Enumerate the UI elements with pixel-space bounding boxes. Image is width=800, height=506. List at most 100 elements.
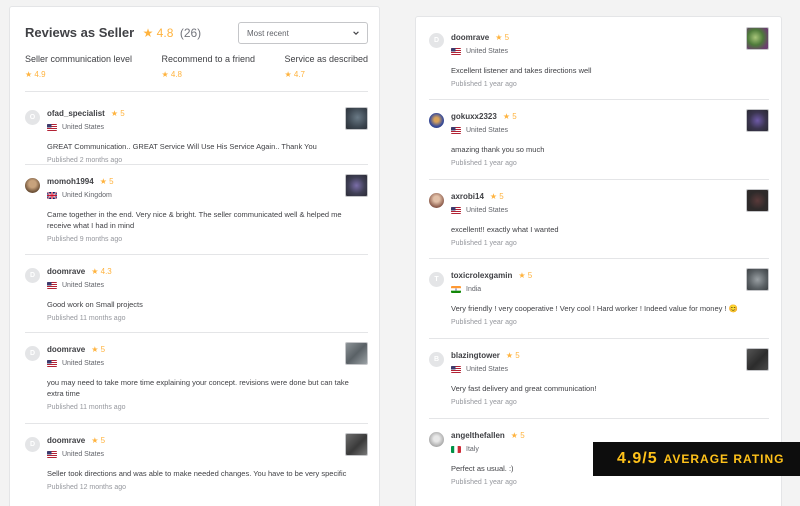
rating-breakdown: Seller communication level ★ 4.9 Recomme… [25, 54, 368, 92]
average-rating-label: AVERAGE RATING [663, 452, 785, 466]
reviewer-name[interactable]: doomrave [47, 345, 85, 354]
us-flag-icon [451, 366, 461, 373]
reviews-title-group: Reviews as Seller ★ 4.8 (26) [25, 24, 201, 42]
avatar[interactable] [429, 432, 444, 447]
review-text: excellent!! exactly what I wanted [451, 225, 559, 234]
reviewer-name[interactable]: blazingtower [451, 351, 500, 360]
review-date: Published 11 months ago [47, 404, 126, 411]
review-date: Published 2 months ago [47, 157, 123, 164]
review-text: Very friendly ! very cooperative ! Very … [451, 304, 738, 313]
breakdown-service: Service as described ★ 4.7 [284, 54, 368, 79]
reviewer-country: United States [466, 48, 509, 55]
breakdown-score: ★ 4.7 [284, 70, 305, 79]
average-rating-value: 4.9/5 [617, 450, 658, 467]
avatar[interactable]: T [429, 272, 444, 287]
avatar[interactable] [429, 113, 444, 128]
reviewer-name[interactable]: doomrave [47, 436, 85, 445]
review-date: Published 12 months ago [47, 484, 126, 491]
review-stars: ★ 5 [99, 176, 114, 186]
review-text: amazing thank you so much [451, 145, 545, 154]
us-flag-icon [47, 360, 57, 367]
review-stars: ★ 5 [518, 270, 533, 280]
delivery-thumbnail[interactable] [345, 174, 368, 197]
review-item: D doomrave ★ 5 United States you may need… [25, 333, 368, 424]
avatar[interactable]: O [25, 110, 40, 125]
review-text: Excellent listener and takes directions … [451, 66, 592, 75]
reviewer-country: United States [62, 360, 105, 367]
reviewer-name[interactable]: doomrave [451, 33, 489, 42]
review-stars: ★ 5 [91, 344, 106, 354]
breakdown-communication: Seller communication level ★ 4.9 [25, 54, 132, 79]
delivery-thumbnail[interactable] [746, 109, 769, 132]
reviews-title: Reviews as Seller [25, 25, 135, 40]
reviewer-name[interactable]: ofad_specialist [47, 109, 105, 118]
avatar[interactable]: D [25, 437, 40, 452]
reviewer-country: United States [62, 451, 105, 458]
delivery-thumbnail[interactable] [746, 189, 769, 212]
avatar[interactable]: D [429, 33, 444, 48]
review-item: axrobi14 ★ 5 United States excellent!! ex… [429, 180, 769, 259]
review-text: Good work on Small projects [47, 300, 143, 309]
overall-rating: ★ 4.8 [142, 26, 174, 40]
reviewer-country: United States [62, 124, 105, 131]
review-stars: ★ 5 [502, 111, 517, 121]
review-item: D doomrave ★ 5 United States Seller took … [25, 424, 368, 504]
reviewer-name[interactable]: doomrave [47, 267, 85, 276]
review-date: Published 1 year ago [451, 319, 517, 326]
reviews-header: Reviews as Seller ★ 4.8 (26) Most recent [25, 21, 368, 45]
us-flag-icon [451, 48, 461, 55]
reviewer-country: United States [62, 282, 105, 289]
us-flag-icon [451, 127, 461, 134]
delivery-thumbnail[interactable] [345, 342, 368, 365]
us-flag-icon [47, 282, 57, 289]
review-text: you may need to take more time explainin… [47, 378, 349, 398]
reviews-list-panel: D doomrave ★ 5 United States Excellent li… [415, 16, 782, 506]
italy-flag-icon [451, 446, 461, 453]
chevron-down-icon [353, 31, 359, 35]
delivery-thumbnail[interactable] [746, 27, 769, 50]
review-text: Seller took directions and was able to m… [47, 469, 347, 478]
reviewer-name[interactable]: axrobi14 [451, 192, 484, 201]
average-rating-badge: 4.9/5 AVERAGE RATING [593, 442, 800, 476]
reviewer-name[interactable]: toxicrolexgamin [451, 271, 512, 280]
review-stars: ★ 5 [510, 430, 525, 440]
review-date: Published 11 months ago [47, 315, 126, 322]
avatar[interactable] [25, 178, 40, 193]
us-flag-icon [47, 124, 57, 131]
review-count: (26) [179, 26, 202, 40]
breakdown-score: ★ 4.9 [25, 70, 46, 79]
review-text: GREAT Communication.. GREAT Service Will… [47, 142, 317, 151]
avatar[interactable]: B [429, 352, 444, 367]
avatar[interactable] [429, 193, 444, 208]
reviewer-country: United States [466, 366, 509, 373]
reviewer-country: Italy [466, 446, 479, 453]
avatar[interactable]: D [25, 346, 40, 361]
review-stars: ★ 5 [495, 32, 510, 42]
avatar[interactable]: D [25, 268, 40, 283]
review-stars: ★ 5 [505, 350, 520, 360]
review-text: Came together in the end. Very nice & br… [47, 210, 342, 230]
review-item: D doomrave ★ 5 United States Excellent li… [429, 17, 769, 100]
breakdown-score: ★ 4.8 [161, 70, 182, 79]
review-stars: ★ 5 [110, 108, 125, 118]
reviewer-country: United States [466, 127, 509, 134]
delivery-thumbnail[interactable] [746, 268, 769, 291]
breakdown-label: Seller communication level [25, 54, 133, 64]
reviewer-name[interactable]: momoh1994 [47, 177, 94, 186]
delivery-thumbnail[interactable] [746, 348, 769, 371]
reviewer-country: India [466, 286, 482, 293]
review-item: T toxicrolexgamin ★ 5 India Very friendly… [429, 259, 769, 339]
review-item: gokuxx2323 ★ 5 United States amazing than… [429, 100, 769, 180]
reviewer-name[interactable]: angelthefallen [451, 431, 505, 440]
seller-reviews-panel: Reviews as Seller ★ 4.8 (26) Most recent… [9, 6, 380, 506]
breakdown-label: Service as described [284, 54, 368, 64]
review-stars: ★ 4.3 [91, 266, 112, 276]
breakdown-recommend: Recommend to a friend ★ 4.8 [161, 54, 255, 79]
sort-dropdown[interactable]: Most recent [238, 22, 368, 44]
delivery-thumbnail[interactable] [345, 433, 368, 456]
review-item: B blazingtower ★ 5 United States Very fas… [429, 339, 769, 419]
reviewer-name[interactable]: gokuxx2323 [451, 112, 497, 121]
india-flag-icon [451, 286, 461, 293]
delivery-thumbnail[interactable] [345, 107, 368, 130]
review-date: Published 1 year ago [451, 399, 517, 406]
